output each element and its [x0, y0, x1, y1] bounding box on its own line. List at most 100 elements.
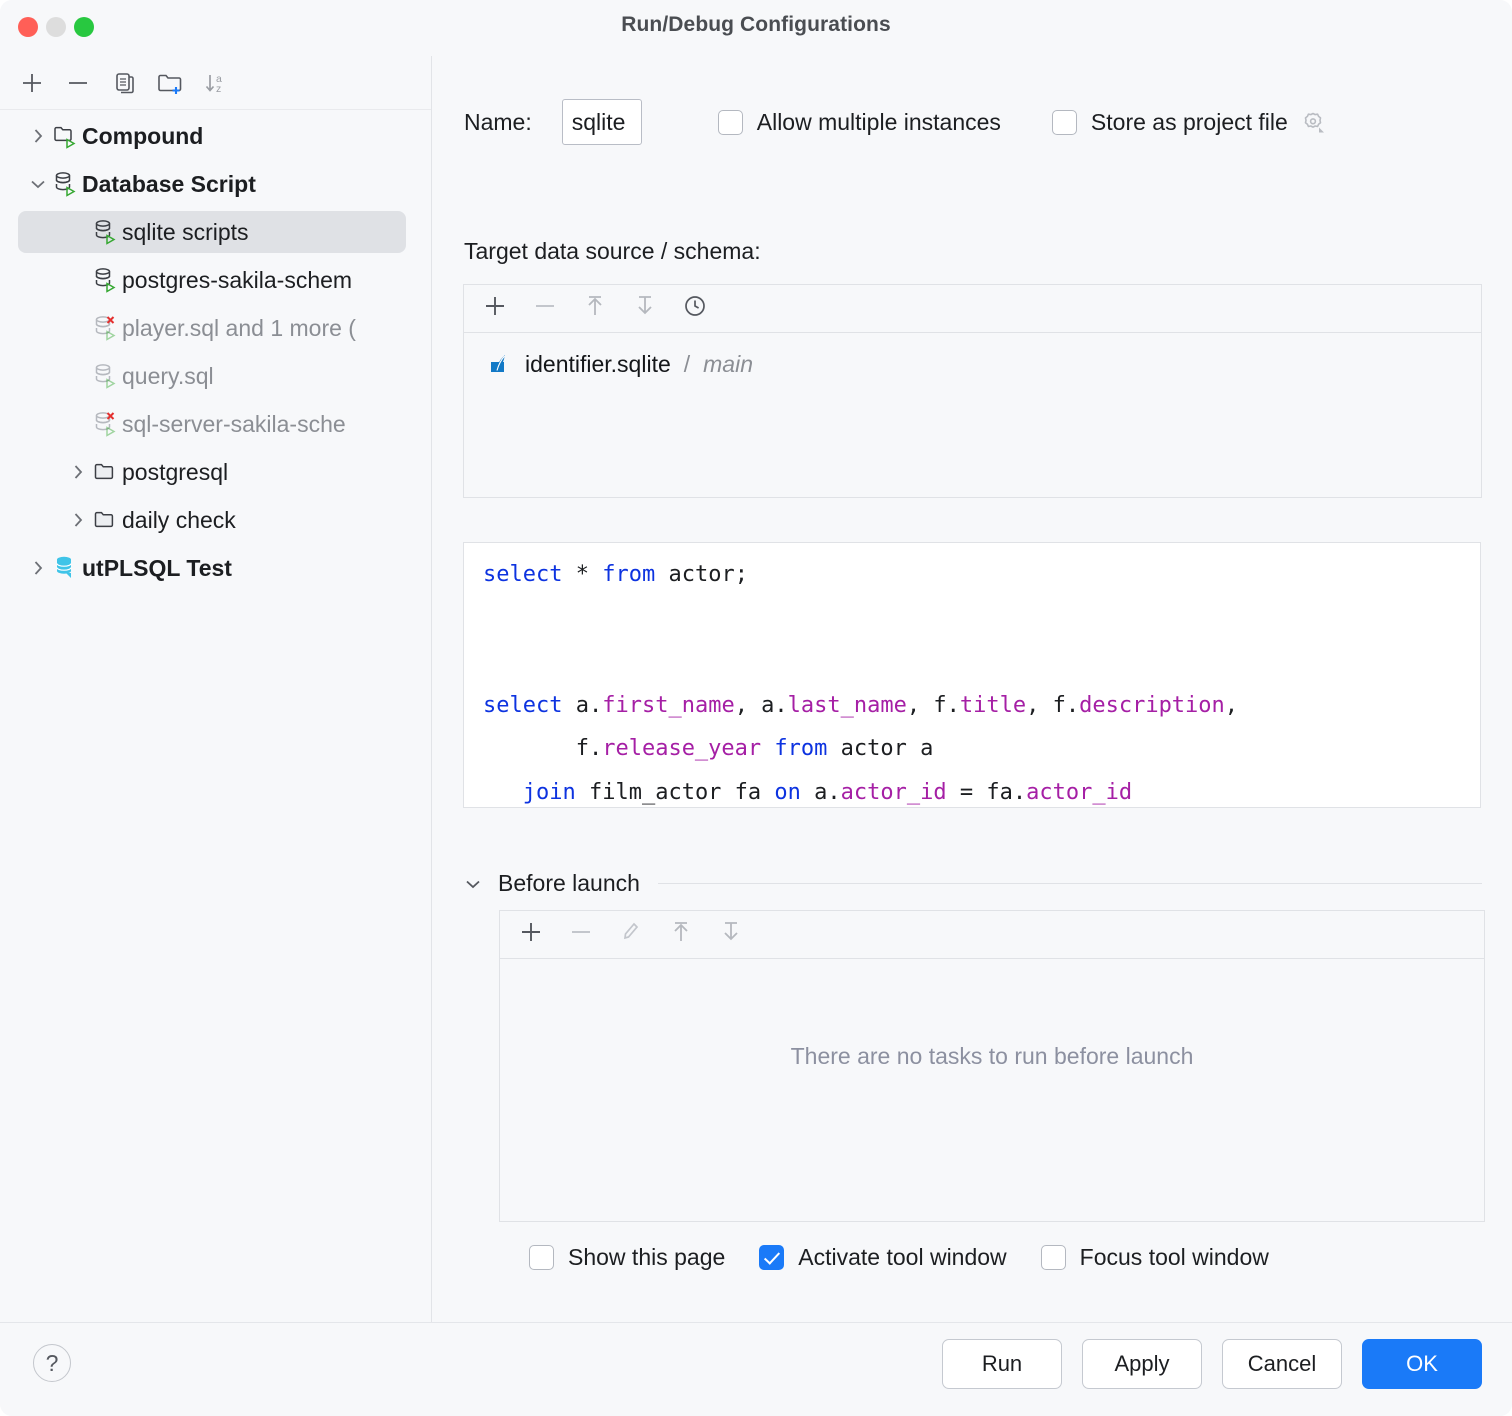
- activate-tool-window-checkbox[interactable]: Activate tool window: [759, 1244, 1006, 1271]
- datasource-history-button[interactable]: [680, 291, 710, 326]
- chevron-down-icon[interactable]: [24, 173, 52, 195]
- chevron-down-icon[interactable]: [462, 873, 484, 895]
- cancel-button[interactable]: Cancel: [1222, 1339, 1342, 1389]
- store-as-project-file-box[interactable]: [1052, 110, 1077, 135]
- database-run-error-icon: [92, 314, 122, 342]
- tree-item-label: sql-server-sakila-sche: [122, 413, 346, 436]
- allow-multiple-instances-label: Allow multiple instances: [757, 109, 1001, 136]
- configuration-detail-pane: Name: sqlite Allow multiple instances St…: [433, 56, 1512, 1322]
- tree-item[interactable]: utPLSQL Test: [0, 544, 432, 592]
- activate-tool-window-box[interactable]: [759, 1245, 784, 1270]
- before-launch-move-up-button[interactable]: [666, 917, 696, 952]
- datasource-toolbar: [464, 285, 1481, 333]
- show-this-page-box[interactable]: [529, 1245, 554, 1270]
- tree-item-label: postgres-sakila-schem: [122, 269, 352, 292]
- window-title: Run/Debug Configurations: [0, 13, 1512, 37]
- before-launch-toolbar: [500, 911, 1484, 959]
- datasource-remove-button[interactable]: [530, 291, 560, 326]
- database-run-dim-icon: [92, 362, 122, 390]
- before-launch-remove-button[interactable]: [566, 917, 596, 952]
- utplsql-icon: [52, 554, 82, 582]
- folder-icon: [92, 458, 122, 486]
- script-text-editor[interactable]: select * from actor; select a.first_name…: [463, 542, 1481, 808]
- tree-item[interactable]: postgres-sakila-schem: [0, 256, 432, 304]
- tree-item-label: Compound: [82, 125, 203, 148]
- focus-tool-window-checkbox[interactable]: Focus tool window: [1041, 1244, 1269, 1271]
- focus-tool-window-box[interactable]: [1041, 1245, 1066, 1270]
- before-launch-move-down-button[interactable]: [716, 917, 746, 952]
- tree-item[interactable]: sqlite scripts: [0, 208, 432, 256]
- ok-button[interactable]: OK: [1362, 1339, 1482, 1389]
- apply-button[interactable]: Apply: [1082, 1339, 1202, 1389]
- tree-item-label: query.sql: [122, 365, 214, 388]
- tree-item[interactable]: postgresql: [0, 448, 432, 496]
- database-run-icon: [52, 170, 82, 198]
- datasource-move-down-button[interactable]: [630, 291, 660, 326]
- name-label: Name:: [464, 109, 532, 136]
- chevron-right-icon[interactable]: [64, 461, 92, 483]
- tree-item[interactable]: player.sql and 1 more (: [0, 304, 432, 352]
- tree-item-label: player.sql and 1 more (: [122, 317, 356, 340]
- tree-item-label: postgresql: [122, 461, 228, 484]
- before-launch-edit-button[interactable]: [616, 917, 646, 952]
- dialog-buttons: Run Apply Cancel OK: [942, 1339, 1482, 1389]
- tree-item-label: Database Script: [82, 173, 256, 196]
- tree-item-label: sqlite scripts: [122, 221, 249, 244]
- tree-item[interactable]: daily check: [0, 496, 432, 544]
- copy-configuration-button[interactable]: [104, 63, 144, 103]
- sort-alphabetically-button[interactable]: a z: [196, 63, 236, 103]
- datasource-separator: /: [684, 351, 690, 378]
- database-run-icon: [92, 218, 122, 246]
- svg-text:z: z: [216, 83, 221, 95]
- new-folder-button[interactable]: [150, 63, 190, 103]
- folder-icon: [92, 506, 122, 534]
- add-configuration-button[interactable]: [12, 63, 52, 103]
- tree-item[interactable]: Compound: [0, 112, 432, 160]
- chevron-right-icon[interactable]: [24, 557, 52, 579]
- datasource-list: identifier.sqlite / main: [464, 333, 1481, 378]
- datasource-list-item[interactable]: identifier.sqlite / main: [486, 351, 1481, 378]
- remove-configuration-button[interactable]: [58, 63, 98, 103]
- name-input[interactable]: sqlite: [562, 99, 642, 145]
- configurations-sidebar: a z Compound Database Script sqlite script…: [0, 56, 432, 1322]
- sqlite-feather-icon: [486, 352, 512, 378]
- name-row: Name: sqlite Allow multiple instances St…: [464, 100, 1327, 144]
- before-launch-empty-text: There are no tasks to run before launch: [500, 959, 1484, 1221]
- datasource-name: identifier.sqlite: [525, 351, 671, 378]
- allow-multiple-instances-checkbox[interactable]: Allow multiple instances: [718, 109, 1001, 136]
- datasource-schema: main: [703, 351, 753, 378]
- title-bar: Run/Debug Configurations: [0, 0, 1512, 56]
- help-button[interactable]: ?: [33, 1344, 71, 1382]
- activate-tool-window-label: Activate tool window: [798, 1244, 1006, 1271]
- sidebar-toolbar: a z: [0, 56, 431, 110]
- datasource-add-button[interactable]: [480, 291, 510, 326]
- run-debug-configurations-dialog: Run/Debug Configurations: [0, 0, 1512, 1416]
- before-launch-panel: There are no tasks to run before launch: [499, 910, 1485, 1222]
- database-run-error-icon: [92, 410, 122, 438]
- before-launch-divider: [658, 883, 1482, 884]
- tree-item-label: utPLSQL Test: [82, 557, 232, 580]
- run-button[interactable]: Run: [942, 1339, 1062, 1389]
- tree-item[interactable]: query.sql: [0, 352, 432, 400]
- dialog-footer: ? Run Apply Cancel OK: [0, 1322, 1512, 1416]
- store-as-project-file-checkbox[interactable]: Store as project file: [1052, 108, 1327, 136]
- chevron-right-icon[interactable]: [24, 125, 52, 147]
- gear-icon[interactable]: [1299, 108, 1327, 136]
- configurations-tree: Compound Database Script sqlite scripts pos…: [0, 112, 432, 592]
- focus-tool-window-label: Focus tool window: [1080, 1244, 1269, 1271]
- tree-item[interactable]: Database Script: [0, 160, 432, 208]
- tree-item[interactable]: sql-server-sakila-sche: [0, 400, 432, 448]
- tree-item-label: daily check: [122, 509, 236, 532]
- before-launch-title: Before launch: [498, 870, 640, 897]
- show-this-page-checkbox[interactable]: Show this page: [529, 1244, 725, 1271]
- allow-multiple-instances-box[interactable]: [718, 110, 743, 135]
- datasource-panel: identifier.sqlite / main: [463, 284, 1482, 498]
- before-launch-header[interactable]: Before launch: [462, 870, 1482, 897]
- before-launch-add-button[interactable]: [516, 917, 546, 952]
- database-run-icon: [92, 266, 122, 294]
- store-as-project-file-label: Store as project file: [1091, 109, 1288, 136]
- chevron-right-icon[interactable]: [64, 509, 92, 531]
- show-this-page-label: Show this page: [568, 1244, 725, 1271]
- datasource-move-up-button[interactable]: [580, 291, 610, 326]
- compound-folder-run-icon: [52, 122, 82, 150]
